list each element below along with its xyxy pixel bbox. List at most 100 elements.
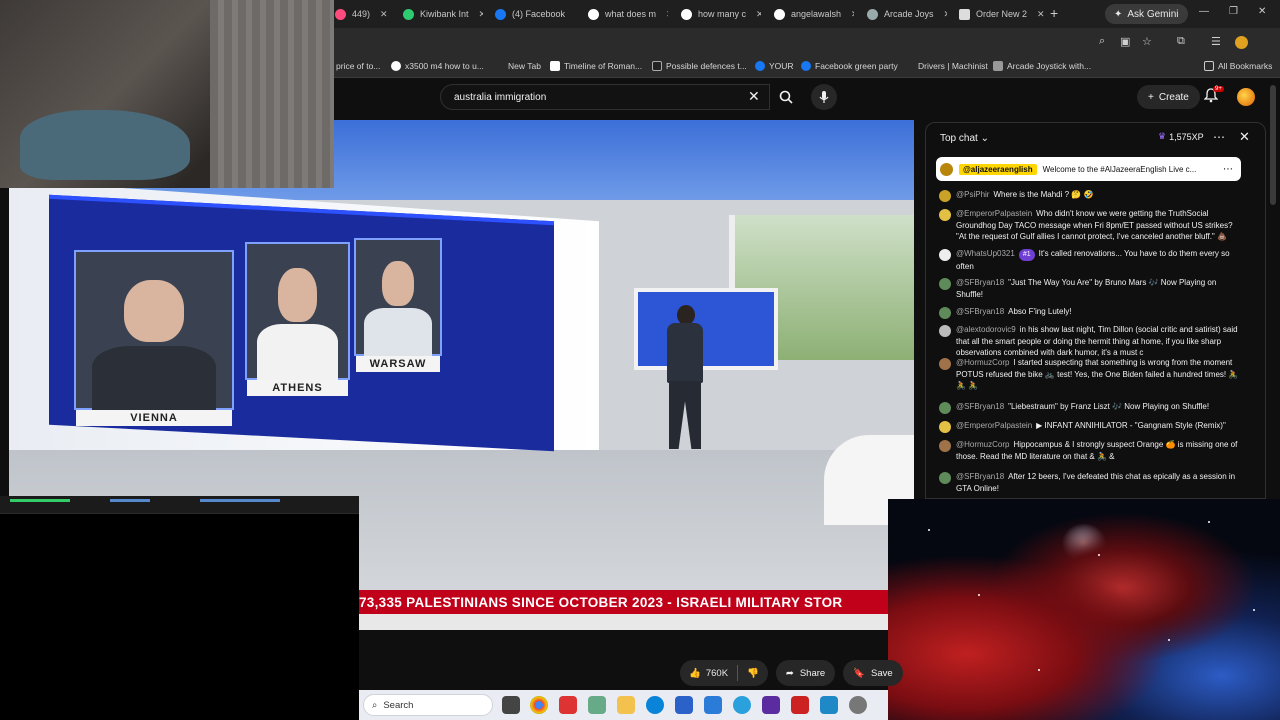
chat-mode-selector[interactable]: Top chat ⌄ <box>940 133 989 144</box>
create-button[interactable]: + Create <box>1137 85 1200 109</box>
bookmark-item[interactable]: x3500 m4 how to u... <box>391 61 484 71</box>
account-avatar[interactable] <box>1237 88 1255 106</box>
avatar <box>939 249 951 261</box>
pinned-message[interactable]: @aljazeeraenglish Welcome to the #AlJaze… <box>936 157 1241 181</box>
minimize-icon[interactable]: — <box>1199 6 1209 17</box>
all-bookmarks[interactable]: All Bookmarks <box>1204 61 1272 71</box>
app-icon[interactable] <box>820 696 838 714</box>
chevron-down-icon: ⌄ <box>980 132 989 144</box>
avatar <box>939 421 951 433</box>
tab-favicon-icon <box>335 8 346 20</box>
avatar <box>939 278 951 290</box>
avatar <box>939 402 951 414</box>
close-icon[interactable]: ✕ <box>479 9 483 20</box>
telegram-icon[interactable] <box>733 696 751 714</box>
bookmark-item[interactable]: Possible defences t... <box>652 61 747 71</box>
avatar <box>939 190 951 202</box>
dislike-button[interactable]: 👎 <box>738 668 768 679</box>
screen-share-overlay <box>0 496 359 720</box>
browser-tab[interactable]: 449) ✕ <box>335 4 395 24</box>
xp-badge[interactable]: ♛ 1,575XP <box>1158 131 1204 142</box>
bookmark-item[interactable]: Timeline of Roman... <box>550 61 642 71</box>
search-icon: ⌕ <box>372 699 378 711</box>
guest-location-label: ATHENS <box>247 380 348 396</box>
puzzle-icon <box>993 61 1003 71</box>
edge-icon[interactable] <box>646 696 664 714</box>
bookmark-item[interactable]: YOUR <box>755 61 794 71</box>
browser-tab[interactable]: how many c ✕ <box>681 4 761 24</box>
browser-tab[interactable]: Kiwibank Int ✕ <box>403 4 483 24</box>
taskbar-search[interactable]: ⌕ Search <box>363 694 493 716</box>
chat-message: @SFBryan18 "Just The Way You Are" by Brun… <box>934 277 1239 300</box>
galaxy-overlay <box>888 499 1280 720</box>
cast-icon[interactable]: ▣ <box>1120 35 1130 48</box>
page-scrollbar[interactable] <box>1270 85 1276 205</box>
close-chat-icon[interactable]: ✕ <box>1239 129 1250 145</box>
like-button[interactable]: 👍 760K <box>680 668 737 679</box>
close-icon[interactable]: ✕ <box>1037 9 1044 20</box>
cl-icon <box>652 61 662 71</box>
settings-icon[interactable] <box>849 696 867 714</box>
save-button[interactable]: 🔖 Save <box>843 660 903 686</box>
close-icon[interactable]: ✕ <box>756 9 761 20</box>
bookmark-item[interactable]: price of to... <box>336 61 380 71</box>
google-icon <box>588 8 599 20</box>
extensions-icon[interactable]: ⧉ <box>1177 35 1185 48</box>
bookmark-item[interactable]: Facebook green party <box>801 61 898 71</box>
browser-tab[interactable]: Arcade Joys✕ <box>867 4 947 24</box>
news-ticker: 73,335 PALESTINIANS SINCE OCTOBER 2023 -… <box>359 590 888 614</box>
search-button[interactable] <box>771 84 801 110</box>
share-icon: ➦ <box>785 667 794 679</box>
share-button[interactable]: ➦ Share <box>775 660 836 686</box>
browser-tab[interactable]: (4) Facebook✕ <box>495 4 575 24</box>
microphone-icon <box>819 90 829 103</box>
google-icon <box>391 61 401 71</box>
bookmark-item[interactable]: Drivers | Machinist <box>918 61 988 71</box>
search-input[interactable]: australia immigration <box>440 84 770 110</box>
chat-message: @HormuzCorp Hippocampus & I strongly susp… <box>934 439 1239 462</box>
more-options-icon[interactable]: ⋯ <box>1213 130 1225 144</box>
browser-tab[interactable]: angelawalsh✕ <box>774 4 854 24</box>
voice-search-button[interactable] <box>811 84 837 110</box>
profile-avatar[interactable] <box>1235 36 1248 49</box>
zoom-icon[interactable]: ⌕ <box>1099 35 1105 48</box>
notification-count-badge: 9+ <box>1213 86 1224 92</box>
google-icon <box>774 8 785 20</box>
avatar <box>939 209 951 221</box>
close-icon[interactable]: ✕ <box>944 9 947 20</box>
new-tab-button[interactable]: + <box>1050 5 1058 21</box>
close-icon[interactable]: ✕ <box>380 9 388 20</box>
more-options-icon[interactable]: ⋯ <box>1223 164 1233 175</box>
save-icon: 🔖 <box>853 667 866 679</box>
chat-message: @SFBryan18 Abso F'ing Lutely! <box>934 306 1239 319</box>
screen: 449)✕ Kiwibank Int✕ (4) Facebook✕ what d… <box>0 0 1280 720</box>
like-dislike-group: 👍 760K 👎 <box>680 660 768 686</box>
member-badge: #1 <box>1018 249 1035 261</box>
app-icon[interactable] <box>675 696 693 714</box>
google-icon <box>681 8 692 20</box>
bookmark-star-icon[interactable]: ☆ <box>1142 35 1152 48</box>
avatar <box>939 325 951 337</box>
restore-icon[interactable]: ❐ <box>1229 6 1238 17</box>
chat-message: @WhatsUp0321 #1 It's called renovations...… <box>934 248 1239 272</box>
bookmark-item[interactable]: New Tab <box>508 61 541 71</box>
app-icon[interactable] <box>559 696 577 714</box>
clear-search-icon[interactable]: ✕ <box>748 88 760 105</box>
wikipedia-icon <box>550 61 560 71</box>
app-icon[interactable] <box>791 696 809 714</box>
sidebar-icon[interactable]: ☰ <box>1211 35 1221 48</box>
ask-gemini-button[interactable]: ✦ Ask Gemini <box>1105 4 1188 24</box>
window-close-icon[interactable]: ✕ <box>1258 6 1266 17</box>
crown-icon: ♛ <box>1158 131 1167 141</box>
close-icon[interactable]: ✕ <box>666 9 668 20</box>
file-explorer-icon[interactable] <box>617 696 635 714</box>
browser-tab[interactable]: what does m✕ <box>588 4 668 24</box>
close-icon[interactable]: ✕ <box>851 9 854 20</box>
app-icon[interactable] <box>762 696 780 714</box>
app-icon[interactable] <box>588 696 606 714</box>
chrome-icon[interactable] <box>530 696 548 714</box>
browser-tab[interactable]: Order New 2 ✕ <box>959 4 1044 24</box>
task-view-icon[interactable] <box>502 696 520 714</box>
bookmark-item[interactable]: Arcade Joystick with... <box>993 61 1091 71</box>
outlook-icon[interactable] <box>704 696 722 714</box>
